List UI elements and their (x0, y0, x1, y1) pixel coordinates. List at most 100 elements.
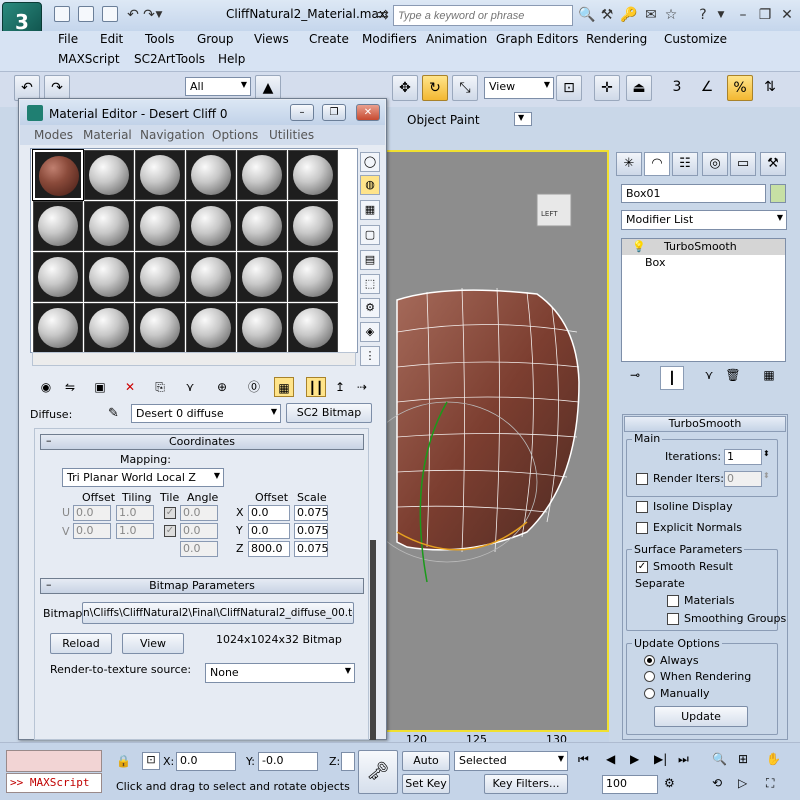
percent-snap-button[interactable]: % (727, 75, 753, 101)
map-name-dropdown[interactable]: Desert 0 diffuse ▼ (131, 404, 281, 423)
menu-customize[interactable]: Customize (664, 32, 727, 46)
current-frame-field[interactable]: 100 (602, 775, 658, 794)
communication-center-icon[interactable]: ✉ (642, 6, 660, 24)
sample-slot[interactable] (84, 252, 134, 302)
show-end-result-icon[interactable]: ┃┃ (306, 377, 326, 397)
sample-slot[interactable] (135, 252, 185, 302)
sample-slot[interactable] (84, 303, 134, 353)
sample-slot[interactable] (237, 252, 287, 302)
sample-slot[interactable] (288, 201, 338, 251)
select-move-button[interactable]: ✥ (392, 75, 418, 101)
sample-slot[interactable] (84, 201, 134, 251)
collapse-icon[interactable]: – (46, 578, 52, 591)
v-tiling-field[interactable]: 1.0 (116, 523, 154, 539)
sample-slot[interactable] (288, 150, 338, 200)
pan-icon[interactable]: ✋ (766, 752, 781, 766)
go-forward-to-sibling-icon[interactable]: ⇢ (352, 377, 372, 397)
put-to-library-icon[interactable]: ⊕ (212, 377, 232, 397)
key-selection-dropdown[interactable]: Selected ▼ (454, 751, 568, 771)
sample-slot[interactable] (33, 252, 83, 302)
w-angle-field[interactable]: 0.0 (180, 541, 218, 557)
show-map-in-viewport-icon[interactable]: ▦ (274, 377, 294, 397)
sample-slot[interactable] (33, 303, 83, 353)
menu-animation[interactable]: Animation (426, 32, 487, 46)
render-iters-checkbox[interactable] (636, 473, 648, 485)
smooth-result-checkbox[interactable]: ✓ (636, 561, 648, 573)
menu-rendering[interactable]: Rendering (586, 32, 647, 46)
y-scale-field[interactable]: 0.075 (294, 523, 329, 539)
modify-tab-icon[interactable]: ◠ (644, 152, 670, 176)
next-frame-icon[interactable]: ▶| (654, 752, 667, 766)
map-type-button[interactable]: SC2 Bitmap (286, 403, 372, 423)
menu-graph-editors[interactable]: Graph Editors (496, 32, 578, 46)
u-offset-field[interactable]: 0.0 (73, 505, 111, 521)
modifier-list-dropdown[interactable]: Modifier List ▼ (621, 210, 787, 230)
object-color-swatch[interactable] (770, 184, 786, 203)
view-button[interactable]: View (122, 633, 184, 654)
time-config-icon[interactable]: ⚙ (664, 776, 675, 790)
reload-button[interactable]: Reload (50, 633, 112, 654)
open-file-icon[interactable] (78, 6, 94, 22)
perspective-viewport[interactable]: LEFT (387, 150, 609, 732)
coordinates-rollout-header[interactable]: Coordinates (40, 434, 364, 450)
sample-type-icon[interactable]: ◯ (360, 152, 380, 172)
zoom-all-icon[interactable]: ⊞ (738, 752, 748, 766)
help-search-toggle-icon[interactable]: ⇉ (374, 6, 392, 24)
remove-modifier-icon[interactable]: 🗑 (722, 368, 744, 388)
x-scale-field[interactable]: 0.075 (294, 505, 329, 521)
sample-slot[interactable] (32, 149, 84, 201)
x-offset-field[interactable]: 0.0 (248, 505, 290, 521)
x-coord-field[interactable]: 0.0 (176, 752, 236, 771)
get-material-icon[interactable]: ◉ (36, 377, 56, 397)
sample-slot[interactable] (135, 201, 185, 251)
z-coord-field[interactable] (341, 752, 355, 771)
set-key-button[interactable]: Set Key (402, 774, 450, 794)
select-rotate-button[interactable]: ↻ (422, 75, 448, 101)
menu-views[interactable]: Views (254, 32, 289, 46)
v-tile-checkbox[interactable]: ✓ (164, 525, 176, 537)
hierarchy-tab-icon[interactable]: ☷ (672, 152, 698, 176)
subscription-icon[interactable]: 🔑 (620, 6, 638, 24)
sample-slot[interactable] (33, 201, 83, 251)
go-to-parent-icon[interactable]: ↥ (330, 377, 350, 397)
update-always-radio[interactable] (644, 655, 655, 666)
help-tools-icon[interactable]: ⚒ (598, 6, 616, 24)
make-preview-icon[interactable]: ⬚ (360, 274, 380, 294)
minimize-icon[interactable]: – (290, 104, 314, 121)
sample-slot[interactable] (186, 150, 236, 200)
pivot-center-button[interactable]: ⊡ (556, 75, 582, 101)
isoline-display-checkbox[interactable] (636, 501, 648, 513)
collapse-icon[interactable]: – (46, 434, 52, 447)
menu-create[interactable]: Create (309, 32, 349, 46)
sample-slot[interactable] (237, 150, 287, 200)
bitmap-path-button[interactable]: n\Cliffs\CliffNatural2\Final\CliffNatura… (82, 602, 354, 624)
help-icon[interactable]: ? (694, 6, 712, 24)
zoom-icon[interactable]: 🔍 (712, 752, 727, 766)
reset-map-icon[interactable]: ✕ (120, 377, 140, 397)
minimize-icon[interactable]: – (734, 6, 752, 24)
backlight-icon[interactable]: ◍ (360, 175, 380, 195)
menu-maxscript[interactable]: MAXScript (58, 52, 120, 66)
ribbon-dropdown[interactable]: ▼ (514, 112, 532, 126)
menu-group[interactable]: Group (197, 32, 234, 46)
absolute-mode-icon[interactable]: ⊡ (142, 752, 160, 770)
lightbulb-icon[interactable]: 💡 (632, 240, 646, 253)
close-icon[interactable]: ✕ (356, 104, 380, 121)
maxscript-listener-top[interactable] (6, 750, 102, 772)
assign-to-selection-icon[interactable]: ▣ (90, 377, 110, 397)
slot-scrollbar[interactable] (32, 352, 356, 366)
iterations-spinner[interactable]: 1 (724, 449, 762, 465)
sample-slot[interactable] (186, 252, 236, 302)
menu-file[interactable]: File (58, 32, 78, 46)
spinner-arrows-icon[interactable]: ⬍ (763, 449, 770, 458)
selection-filter-dropdown[interactable]: All ▼ (185, 77, 251, 96)
spinner-arrows-icon[interactable]: ⬍ (763, 471, 770, 480)
render-iters-spinner[interactable]: 0 (724, 471, 762, 487)
separate-smoothing-groups-checkbox[interactable] (667, 613, 679, 625)
snap-toggle-button[interactable]: 3 (664, 75, 690, 101)
object-paint-tab[interactable]: Object Paint (407, 113, 480, 127)
close-icon[interactable]: ✕ (778, 6, 796, 24)
auto-key-button[interactable]: Auto Key (402, 751, 450, 785)
mapping-dropdown[interactable]: Tri Planar World Local Z ▼ (62, 468, 224, 487)
save-file-icon[interactable] (102, 6, 118, 22)
